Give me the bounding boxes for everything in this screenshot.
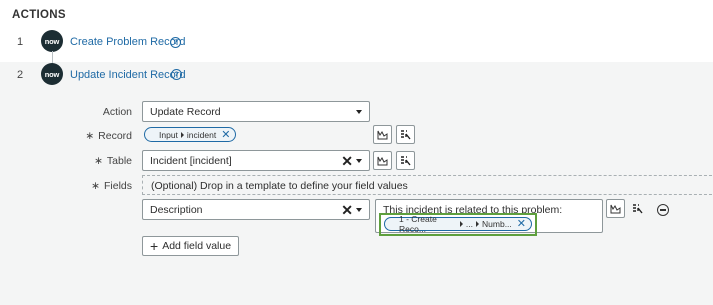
required-icon: ∗ <box>94 155 103 167</box>
pill-segment: incident <box>186 129 217 140</box>
pill-segment: Numb... <box>482 219 512 229</box>
data-picker-icon <box>377 156 388 165</box>
action-label: Action <box>102 106 132 118</box>
pill-picker-icon <box>401 155 411 165</box>
remove-pill-icon[interactable]: ✕ <box>221 129 230 140</box>
pill-picker-button[interactable] <box>396 125 415 144</box>
field-name-select[interactable]: Description ✕ <box>142 199 370 220</box>
step-link-update-incident-record[interactable]: Update Incident Record <box>70 69 186 81</box>
actions-heading: ACTIONS <box>12 9 66 21</box>
caret-right-icon <box>459 221 463 227</box>
select-controls: ✕ <box>341 154 362 168</box>
pill-segment: Input <box>159 129 178 140</box>
data-picker-button[interactable] <box>606 199 625 218</box>
pill-picker-button[interactable] <box>628 199 647 218</box>
pill-picker-button[interactable] <box>396 151 415 170</box>
caret-right-icon <box>476 221 480 227</box>
required-icon: ∗ <box>85 130 95 142</box>
data-picker-icon <box>610 204 621 213</box>
record-label: ∗ Record <box>85 130 132 142</box>
step-number: 1 <box>17 36 24 48</box>
caret-right-icon <box>180 131 184 138</box>
clear-icon[interactable]: ✕ <box>341 154 353 168</box>
required-icon: ∗ <box>91 180 100 192</box>
data-picker-button[interactable] <box>373 151 392 170</box>
data-picker-button[interactable] <box>373 125 392 144</box>
chevron-down-icon <box>356 109 362 114</box>
data-picker-icon <box>377 130 388 139</box>
now-logo-icon: now <box>41 30 63 52</box>
help-icon[interactable]: ? <box>171 69 182 80</box>
step-link-create-problem-record[interactable]: Create Problem Record <box>70 36 186 48</box>
action-select[interactable]: Update Record <box>142 101 370 122</box>
action-select-value: Update Record <box>150 105 221 118</box>
add-field-value-label: Add field value <box>162 240 232 252</box>
record-data-pill[interactable]: Input incident ✕ <box>144 127 237 142</box>
step-number: 2 <box>17 69 24 81</box>
field-name-value: Description <box>150 203 203 216</box>
remove-pill-icon[interactable]: ✕ <box>517 219 526 230</box>
pill-segment: 1 - Create Reco... <box>399 214 437 234</box>
plus-icon: + <box>150 238 159 254</box>
fields-label: ∗ Fields <box>91 180 132 192</box>
pill-picker-icon <box>633 203 643 213</box>
chevron-down-icon[interactable] <box>356 158 362 163</box>
field-value-data-pill[interactable]: 1 - Create Reco... ... Numb... ✕ <box>384 214 532 234</box>
table-select[interactable]: Incident [incident] ✕ <box>142 150 370 171</box>
pill-segment: ... <box>465 219 474 229</box>
help-icon[interactable]: ? <box>170 37 181 48</box>
template-dropzone[interactable]: (Optional) Drop in a template to define … <box>142 175 713 195</box>
dropzone-text: (Optional) Drop in a template to define … <box>151 180 408 192</box>
table-select-value: Incident [incident] <box>150 154 232 167</box>
chevron-down-icon[interactable] <box>356 207 362 212</box>
select-controls: ✕ <box>341 203 362 217</box>
clear-icon[interactable]: ✕ <box>341 203 353 217</box>
table-label: ∗ Table <box>94 155 132 167</box>
add-field-value-button[interactable]: + Add field value <box>142 236 240 256</box>
now-logo-icon: now <box>41 63 63 85</box>
pill-picker-icon <box>401 129 411 139</box>
remove-field-icon[interactable] <box>657 204 669 216</box>
